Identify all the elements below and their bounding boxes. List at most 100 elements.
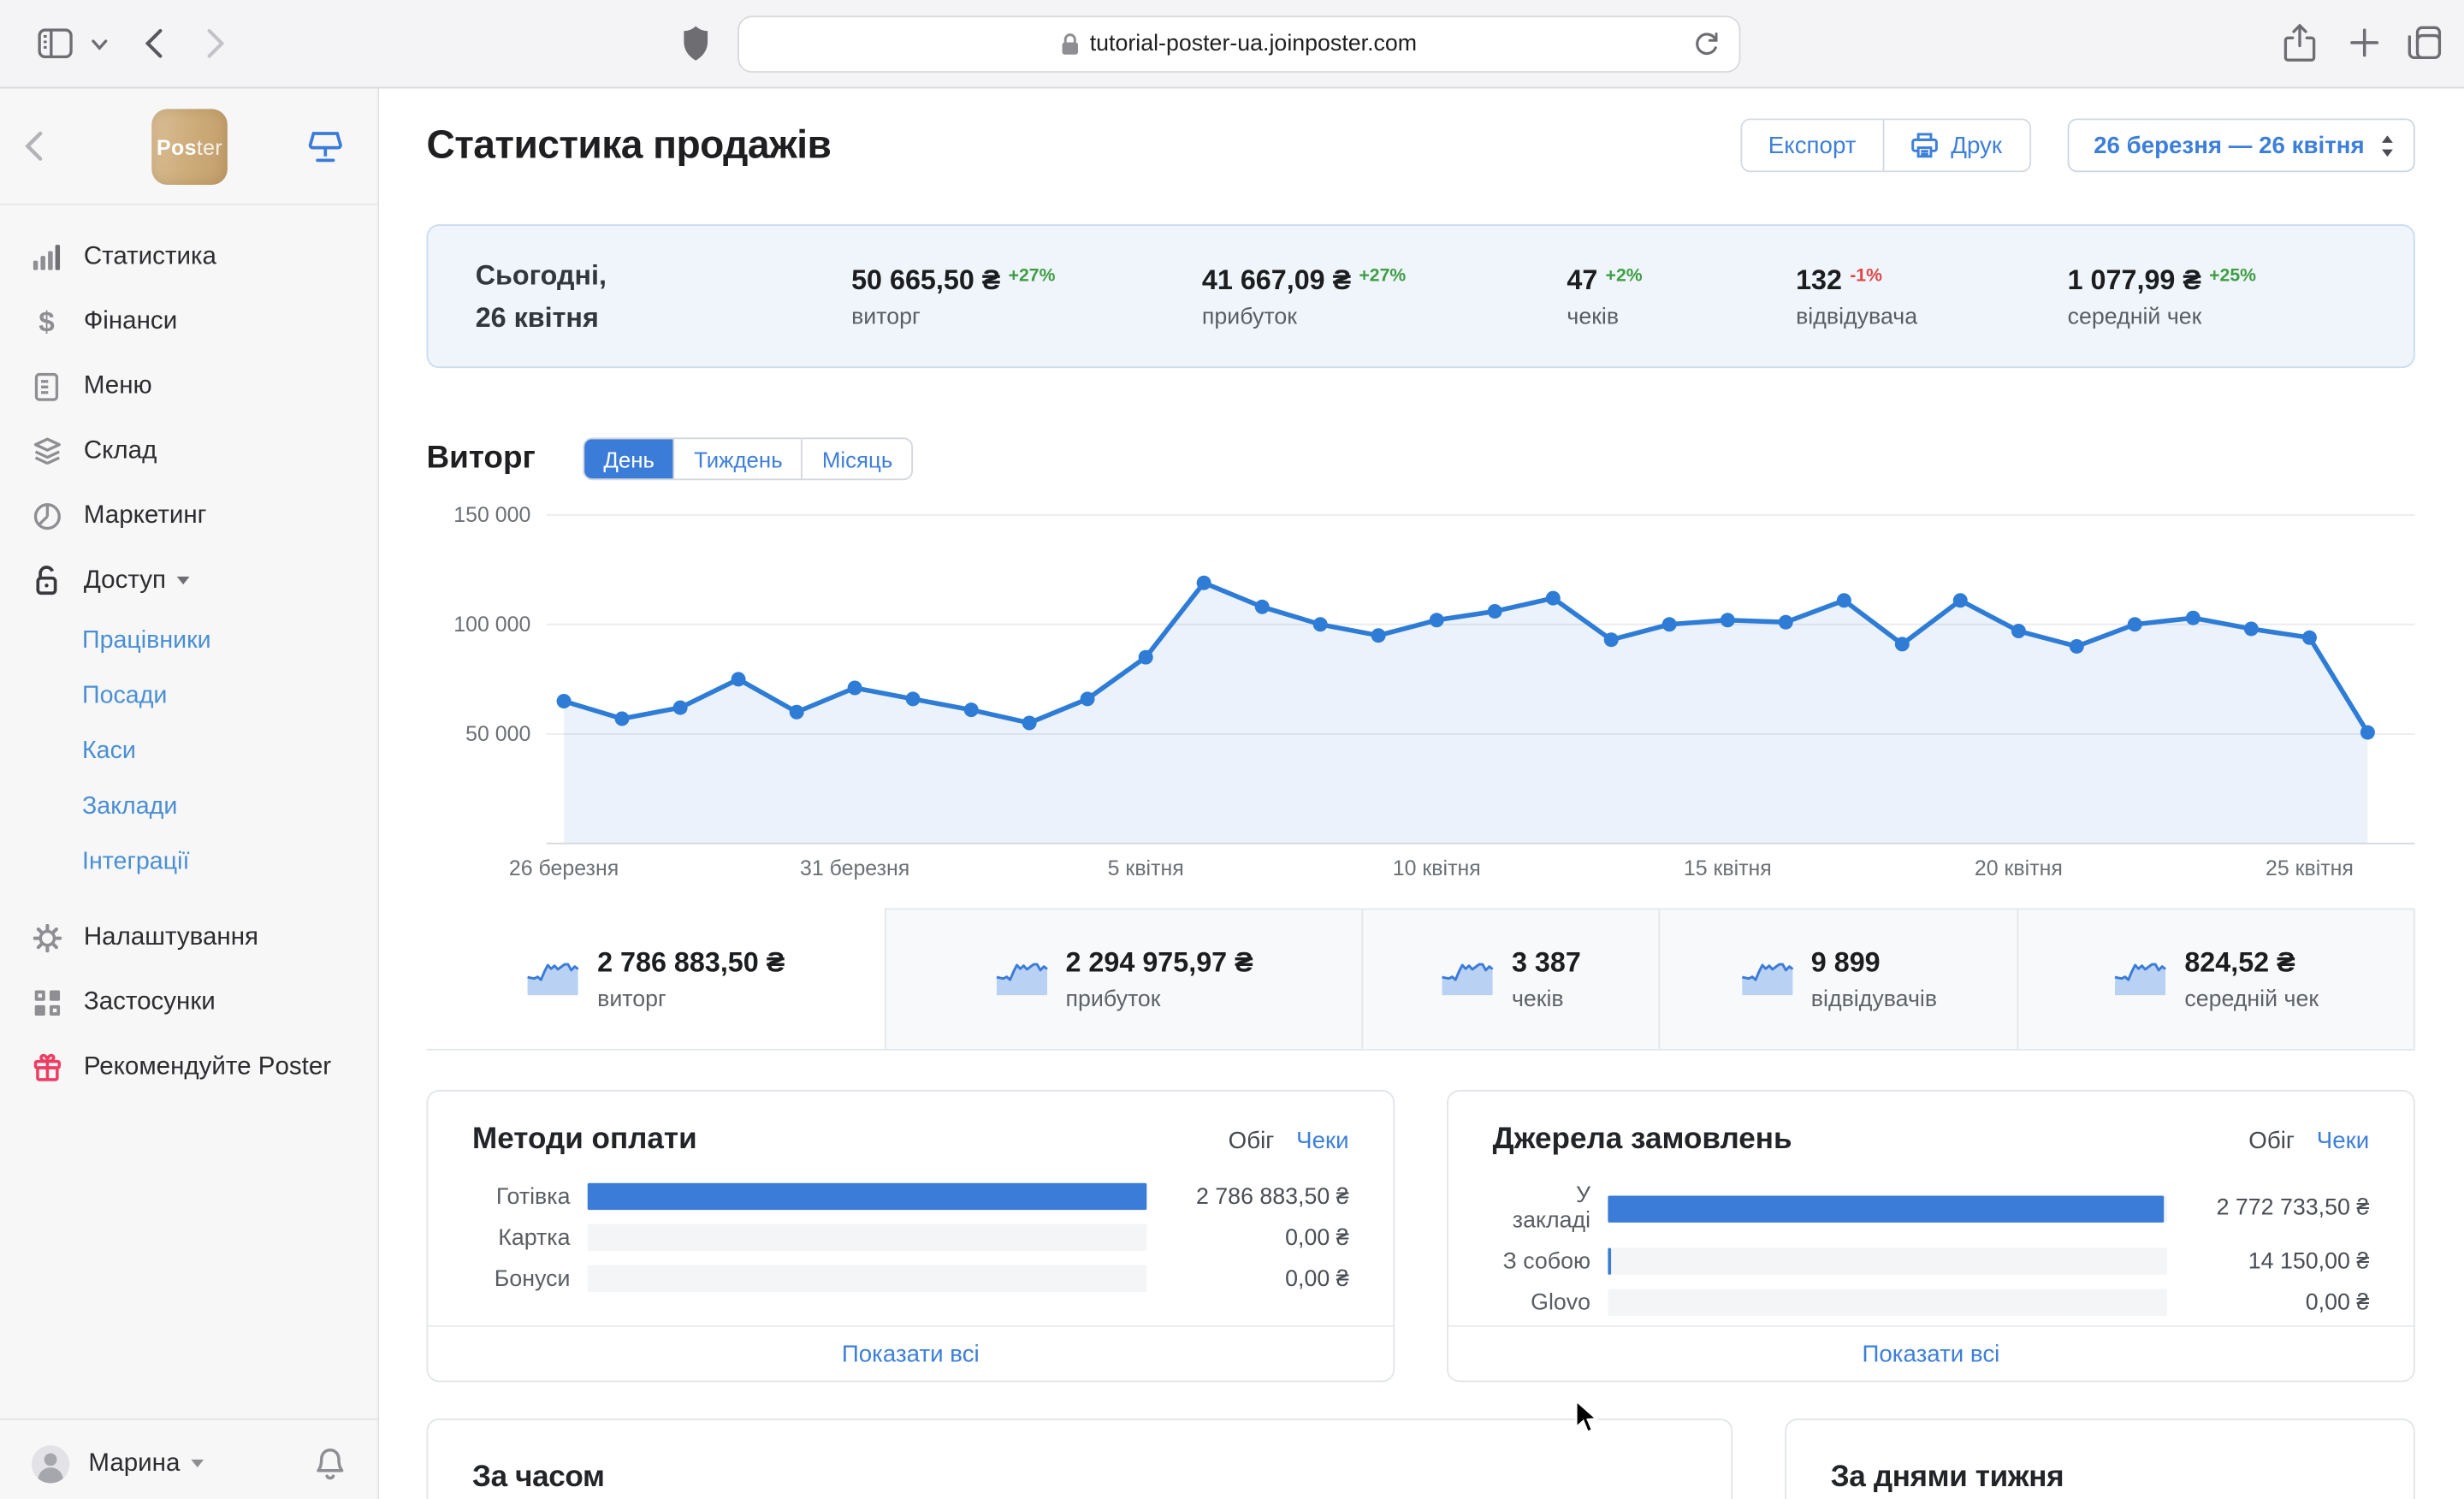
- sidebar-item-statistics[interactable]: Статистика: [0, 224, 377, 289]
- svg-text:20 квітня: 20 квітня: [1975, 856, 2063, 880]
- source-row-takeaway: З собою 14 150,00 ₴: [1502, 1247, 2370, 1275]
- show-all-link[interactable]: Показати всі: [1448, 1324, 2414, 1381]
- sidebar-item-recommend[interactable]: Рекомендуйте Poster: [0, 1034, 377, 1099]
- url-text: tutorial-poster-ua.joinposter.com: [1089, 31, 1418, 57]
- mouse-cursor: [1575, 1399, 1599, 1435]
- sparkline-icon: [1740, 962, 1794, 997]
- svg-text:31 березня: 31 березня: [800, 856, 909, 880]
- date-range-select[interactable]: 26 березня — 26 квітня: [2066, 118, 2415, 173]
- sidebar-item-label: Застосунки: [83, 987, 216, 1016]
- sidebar-item-apps[interactable]: Застосунки: [0, 970, 377, 1035]
- print-button[interactable]: Друк: [1882, 120, 2029, 171]
- revenue-section-header: Виторг День Тиждень Місяць: [426, 437, 2414, 481]
- sidebar-item-label: Меню: [83, 371, 152, 400]
- forward-button[interactable]: [207, 28, 225, 58]
- delta-badge: +2%: [1605, 266, 1643, 286]
- summary-tile-avg-receipt[interactable]: 824,52 ₴ середній чек: [2017, 908, 2415, 1049]
- sidebar-subitem-registers[interactable]: Каси: [0, 724, 377, 779]
- poster-logo[interactable]: Poster: [151, 109, 228, 185]
- bar-track: [1608, 1289, 2167, 1316]
- delta-badge: +25%: [2209, 266, 2257, 286]
- sidebar-item-label: Доступ: [83, 566, 167, 594]
- card-title: За часом: [472, 1460, 605, 1495]
- toolbar-chevron-down-icon[interactable]: [92, 39, 108, 50]
- layers-icon: [32, 437, 62, 465]
- pie-chart-icon: [32, 501, 62, 530]
- page-header: Статистика продажів Експорт Друк 26 бере…: [426, 118, 2415, 173]
- tab-day[interactable]: День: [584, 439, 674, 479]
- today-summary-card: Сьогодні, 26 квітня 50 665,50 ₴ +27% вито…: [426, 224, 2415, 369]
- svg-text:10 квітня: 10 квітня: [1393, 856, 1481, 880]
- export-button[interactable]: Експорт: [1741, 120, 1882, 170]
- user-name: Марина: [88, 1449, 181, 1477]
- sidebar-item-menu[interactable]: Меню: [0, 354, 377, 419]
- address-bar[interactable]: tutorial-poster-ua.joinposter.com: [737, 15, 1741, 73]
- revenue-title: Виторг: [426, 441, 536, 476]
- sidebar-item-label: Склад: [83, 436, 157, 464]
- summary-strip: 2 786 883,50 ₴ виторг 2 294 975,97 ₴ прибу…: [426, 908, 2415, 1051]
- pos-terminal-icon[interactable]: [308, 131, 343, 163]
- sidebar-item-marketing[interactable]: Маркетинг: [0, 483, 377, 548]
- bar-track: [1608, 1194, 2167, 1222]
- summary-tile-profit[interactable]: 2 294 975,97 ₴ прибуток: [884, 908, 1362, 1049]
- order-sources-card: Джерела замовлень Обіг Чеки У закладі 2 …: [1447, 1089, 2415, 1383]
- toggle-receipts[interactable]: Чеки: [2317, 1128, 2369, 1154]
- payment-row-card: Картка 0,00 ₴: [498, 1223, 1349, 1252]
- summary-tile-revenue[interactable]: 2 786 883,50 ₴ виторг: [426, 909, 884, 1049]
- back-button[interactable]: [145, 28, 163, 58]
- tab-week[interactable]: Тиждень: [673, 439, 802, 479]
- summary-tile-visitors[interactable]: 9 899 відвідувачів: [1658, 908, 2017, 1049]
- avatar: [31, 1444, 70, 1483]
- subitem-label: Посади: [82, 681, 168, 708]
- gift-icon: [32, 1052, 62, 1081]
- source-row-glovo: Glovo 0,00 ₴: [1531, 1289, 2370, 1316]
- bell-icon[interactable]: [314, 1446, 346, 1481]
- sidebar-item-access[interactable]: Доступ: [0, 548, 377, 613]
- summary-tile-receipts[interactable]: 3 387 чеків: [1361, 908, 1659, 1049]
- privacy-shield-icon[interactable]: [683, 26, 709, 62]
- sidebar-header: Poster: [0, 88, 378, 205]
- sidebar-item-stock[interactable]: Склад: [0, 418, 377, 483]
- bar-chart-icon: [32, 243, 62, 270]
- revenue-chart[interactable]: 150 000 100 000 50 000 26 березня 31 березня…: [426, 491, 2415, 889]
- svg-text:26 березня: 26 березня: [509, 856, 619, 880]
- delta-badge: -1%: [1850, 266, 1882, 286]
- sidebar-subitem-integrations[interactable]: Інтеграції: [0, 834, 377, 890]
- sidebar-user-row[interactable]: Марина: [0, 1418, 378, 1499]
- by-time-card: За часом: [426, 1418, 1733, 1499]
- reload-button[interactable]: [1691, 30, 1721, 60]
- svg-text:5 квітня: 5 квітня: [1108, 856, 1184, 880]
- svg-text:100 000: 100 000: [453, 613, 530, 637]
- sparkline-icon: [2113, 962, 2167, 997]
- page-title: Статистика продажів: [426, 122, 832, 167]
- sidebar-item-finances[interactable]: $ Фінанси: [0, 289, 377, 354]
- sidebar-subitem-positions[interactable]: Посади: [0, 668, 377, 724]
- gear-icon: [32, 923, 62, 952]
- sidebar-subitem-employees[interactable]: Працівники: [0, 613, 377, 668]
- sidebar-subitem-locations[interactable]: Заклади: [0, 779, 377, 834]
- share-icon[interactable]: [2283, 23, 2316, 63]
- bar-track: [587, 1182, 1147, 1211]
- tab-overview-icon[interactable]: [2408, 26, 2443, 61]
- sidebar-collapse-icon[interactable]: [25, 131, 43, 161]
- safari-window: tutorial-poster-ua.joinposter.com Poster…: [0, 0, 2464, 1499]
- access-submenu: Працівники Посади Каси Заклади Інтеграці…: [0, 613, 377, 889]
- dollar-icon: $: [38, 305, 55, 338]
- delta-badge: +27%: [1008, 266, 1056, 286]
- show-all-link[interactable]: Показати всі: [428, 1324, 1394, 1381]
- printer-icon: [1911, 133, 1939, 158]
- payment-row-bonus: Бонуси 0,00 ₴: [494, 1265, 1349, 1293]
- bar-track: [587, 1223, 1147, 1252]
- by-weekday-card: За днями тижня: [1785, 1418, 2415, 1499]
- toggle-turnover[interactable]: Обіг: [2248, 1128, 2295, 1154]
- subitem-label: Працівники: [82, 626, 211, 654]
- tab-month[interactable]: Місяць: [801, 439, 912, 479]
- lock-icon: [1062, 33, 1078, 55]
- sidebar-item-settings[interactable]: Налаштування: [0, 905, 377, 970]
- bar-track: [587, 1265, 1147, 1293]
- today-stat-avg-receipt: 1 077,99 ₴ +25% середній чек: [2067, 263, 2257, 329]
- new-tab-icon[interactable]: [2350, 28, 2379, 57]
- sidebar-toggle-icon[interactable]: [38, 28, 73, 59]
- toggle-turnover[interactable]: Обіг: [1229, 1128, 1275, 1154]
- toggle-receipts[interactable]: Чеки: [1296, 1128, 1348, 1154]
